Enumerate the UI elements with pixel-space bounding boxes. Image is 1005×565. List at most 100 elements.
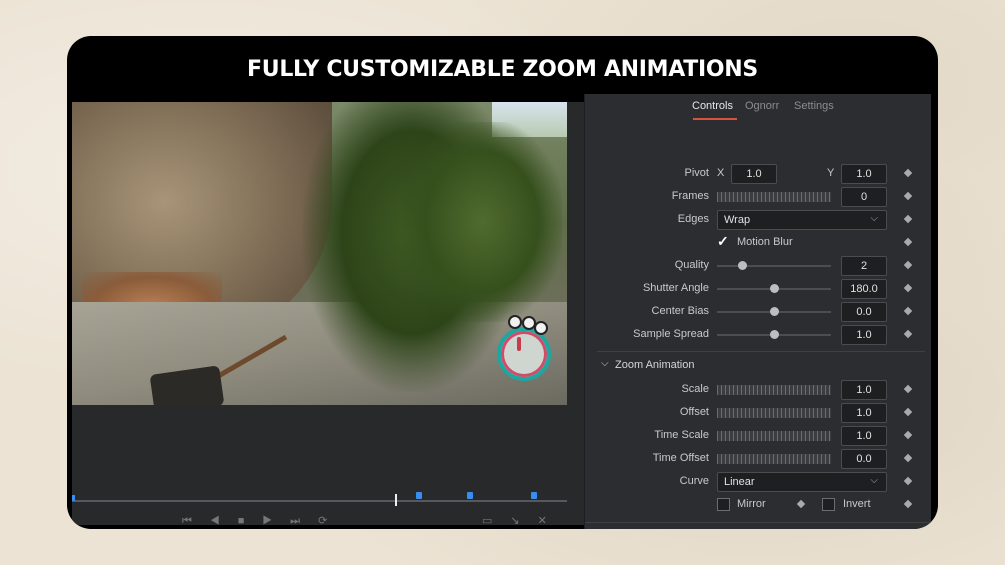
pivot-x-input[interactable]: 1.0 [731,164,777,184]
pivot-x-label: X [717,167,725,179]
pivot-row: Pivot X 1.0 Y 1.0 [585,164,931,184]
frames-row: Frames 0 [585,187,931,207]
motion-blur-label: Motion Blur [737,236,793,248]
scale-input[interactable]: 1.0 [841,380,887,400]
diamond-icon[interactable] [903,476,913,486]
tab-settings[interactable]: Settings [794,100,834,112]
timeline-track[interactable] [72,500,567,502]
time-scale-input[interactable]: 1.0 [841,426,887,446]
center-bias-input[interactable]: 0.0 [841,302,887,322]
sample-spread-input[interactable]: 1.0 [841,325,887,345]
time-scale-thumbwheel[interactable] [717,431,831,441]
motion-blur-row: ✓ Motion Blur [585,233,931,253]
timeline[interactable]: ⏮◀■▶⏭⟳ ▭↘✕ [72,492,567,528]
diamond-icon[interactable] [903,407,913,417]
chevron-down-icon: ⌵ [870,213,878,224]
center-bias-slider[interactable] [717,307,831,316]
quality-slider[interactable] [717,261,831,270]
headline: FULLY CUSTOMIZABLE ZOOM ANIMATIONS [247,56,758,82]
diamond-icon[interactable] [903,283,913,293]
scale-label: Scale [681,383,709,395]
diamond-icon[interactable] [903,453,913,463]
center-bias-label: Center Bias [651,305,709,317]
offset-thumbwheel[interactable] [717,408,831,418]
sample-spread-label: Sample Spread [633,328,709,340]
hud-status-icon [508,315,522,329]
checkmark-icon[interactable]: ✓ [717,233,729,250]
scale-thumbwheel[interactable] [717,385,831,395]
edges-value: Wrap [724,214,751,226]
zoom-animation-title: Zoom Animation [615,359,695,371]
edges-row: Edges Wrap ⌵ [585,210,931,230]
mirror-label: Mirror [737,498,766,510]
transport-controls[interactable]: ⏮◀■▶⏭⟳ [182,514,345,528]
promo-card: FULLY CUSTOMIZABLE ZOOM ANIMATIONS ⏮◀■▶⏭… [67,36,938,529]
scale-row: Scale 1.0 [585,380,931,400]
diamond-icon[interactable] [903,499,913,509]
offset-input[interactable]: 1.0 [841,403,887,423]
mirror-invert-row: Mirror Invert [585,495,931,515]
center-bias-slider-knob[interactable] [769,307,779,316]
quality-label: Quality [674,259,709,271]
sample-spread-slider-knob[interactable] [769,330,779,339]
active-tab-indicator [693,118,737,120]
time-scale-label: Time Scale [654,429,709,441]
diamond-icon[interactable] [796,499,806,509]
time-offset-row: Time Offset 0.0 [585,449,931,469]
transport-extra-controls[interactable]: ▭↘✕ [482,514,565,527]
viewer-image [72,102,567,405]
keyframe-marker[interactable] [416,492,422,499]
divider [585,522,931,523]
sample-spread-row: Sample Spread 1.0 [585,325,931,345]
center-bias-row: Center Bias 0.0 [585,302,931,322]
inspector-tabs: Controls Ognorr Settings [585,94,931,120]
diamond-icon[interactable] [903,237,913,247]
shutter-angle-slider-knob[interactable] [769,284,779,293]
diamond-icon[interactable] [903,260,913,270]
viewer-panel: ⏮◀■▶⏭⟳ ▭↘✕ [72,102,584,528]
timeline-start-marker [72,495,75,501]
diamond-icon[interactable] [903,306,913,316]
diamond-icon[interactable] [903,430,913,440]
edges-label: Edges [677,213,709,225]
pivot-label: Pivot [684,167,709,179]
pivot-y-input[interactable]: 1.0 [841,164,887,184]
shutter-angle-row: Shutter Angle 180.0 [585,279,931,299]
time-offset-input[interactable]: 0.0 [841,449,887,469]
curve-value: Linear [724,476,755,488]
playhead[interactable] [395,494,397,506]
quality-input[interactable]: 2 [841,256,887,276]
pivot-y-label: Y [827,167,835,179]
diamond-icon[interactable] [903,168,913,178]
shutter-angle-input[interactable]: 180.0 [841,279,887,299]
diamond-icon[interactable] [903,384,913,394]
quality-slider-knob[interactable] [737,261,747,270]
chevron-down-icon: ⌵ [870,475,878,486]
diamond-icon[interactable] [903,191,913,201]
chevron-down-icon[interactable]: ⌵ [601,358,609,369]
keyframe-marker[interactable] [531,492,537,499]
curve-label: Curve [679,475,709,487]
invert-checkbox[interactable] [822,498,835,511]
shutter-angle-slider[interactable] [717,284,831,293]
frames-input[interactable]: 0 [841,187,887,207]
curve-row: Curve Linear ⌵ [585,472,931,492]
keyframe-marker[interactable] [467,492,473,499]
mirror-checkbox[interactable] [717,498,730,511]
time-offset-thumbwheel[interactable] [717,454,831,464]
edges-dropdown[interactable]: Wrap ⌵ [717,210,887,230]
diamond-icon[interactable] [903,329,913,339]
tab-ognorr[interactable]: Ognorr [745,100,779,112]
divider [597,351,925,352]
time-offset-label: Time Offset [652,452,709,464]
frames-thumbwheel[interactable] [717,192,831,202]
sample-spread-slider[interactable] [717,330,831,339]
quality-row: Quality 2 [585,256,931,276]
offset-label: Offset [679,406,709,418]
diamond-icon[interactable] [903,214,913,224]
time-scale-row: Time Scale 1.0 [585,426,931,446]
tab-controls[interactable]: Controls [692,100,733,112]
zoom-animation-header[interactable]: ⌵ Zoom Animation [585,357,931,377]
curve-dropdown[interactable]: Linear ⌵ [717,472,887,492]
minimap-icon [497,327,551,381]
